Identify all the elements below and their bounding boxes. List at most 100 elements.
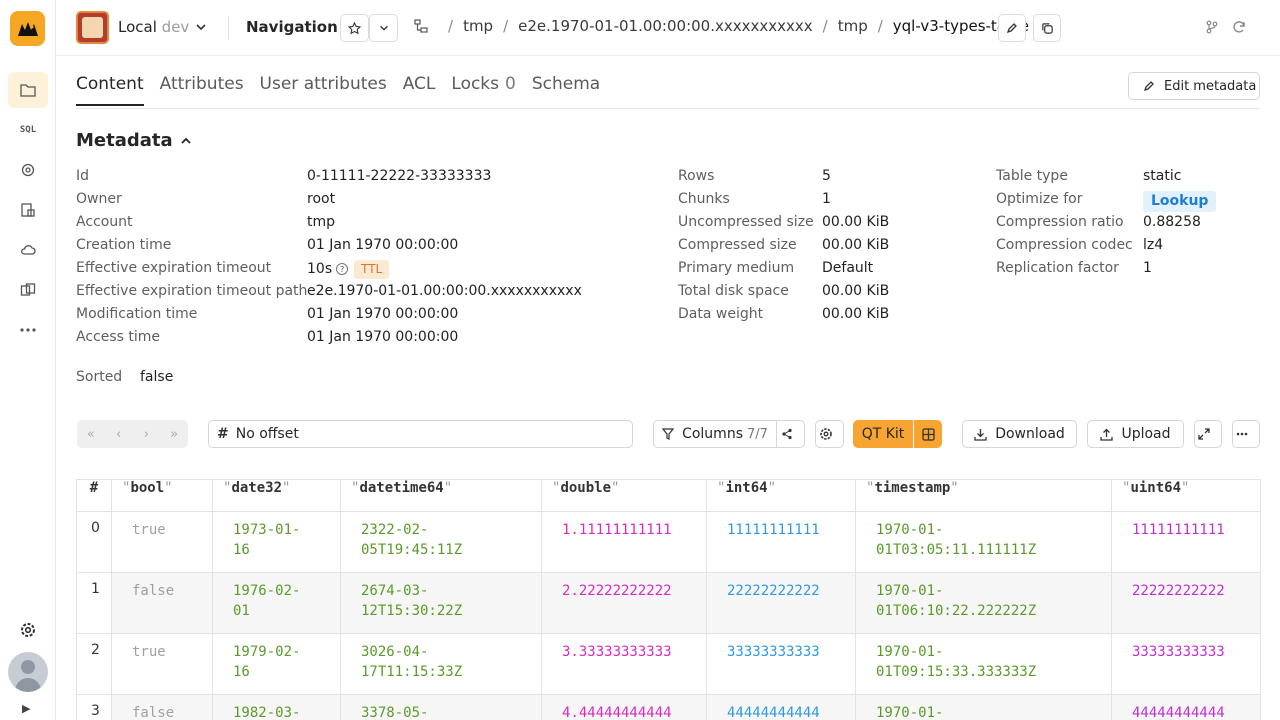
metadata-column-general: Id 0-11111-22222-33333333 Owner root Accou…: [76, 168, 582, 352]
column-header[interactable]: "date32": [212, 479, 341, 512]
column-header[interactable]: "bool": [111, 479, 213, 512]
components-icon[interactable]: [8, 272, 48, 308]
share-columns-button[interactable]: [776, 420, 805, 448]
table-cell[interactable]: 4.44444444444: [541, 694, 707, 720]
settings-gear-icon[interactable]: [8, 612, 48, 648]
qt-kit-grid-button[interactable]: [914, 420, 942, 448]
edit-path-button[interactable]: [998, 14, 1026, 42]
app-logo-icon[interactable]: [10, 11, 45, 46]
meta-key: Account: [76, 214, 133, 230]
table-row[interactable]: 0 true 1973-01- 16 2322-02- 05T19:45:11Z 1.1…: [76, 511, 1261, 573]
share-icon: [781, 428, 792, 440]
table-cell[interactable]: 3.33333333333: [541, 633, 707, 695]
chevron-down-icon: [379, 25, 388, 31]
table-cell[interactable]: 11111111111: [1111, 511, 1261, 573]
help-icon[interactable]: ?: [336, 263, 349, 275]
more-icon[interactable]: [8, 312, 48, 348]
column-header[interactable]: "timestamp": [855, 479, 1112, 512]
table-cell[interactable]: 1976-02- 01: [212, 572, 341, 634]
next-page-icon[interactable]: ›: [133, 427, 161, 442]
column-header[interactable]: "uint64": [1111, 479, 1261, 512]
table-cell[interactable]: 33333333333: [1111, 633, 1261, 695]
tab-user-attributes[interactable]: User attributes: [260, 74, 387, 106]
edit-metadata-button[interactable]: Edit metadata: [1128, 72, 1260, 100]
tree-icon[interactable]: [414, 19, 428, 33]
table-row[interactable]: 3false1982-03- 043378-05- 23T07:00:44Z4.…: [76, 694, 1261, 720]
table-settings-button[interactable]: [815, 420, 844, 448]
column-header[interactable]: "int64": [706, 479, 856, 512]
table-cell[interactable]: 44444444444: [706, 694, 856, 720]
first-page-icon[interactable]: «: [77, 427, 105, 442]
navigation-folder-icon[interactable]: [8, 72, 48, 108]
tab-attributes[interactable]: Attributes: [160, 74, 244, 106]
meta-key: Compression codec: [996, 237, 1133, 253]
upload-button[interactable]: Upload: [1087, 420, 1184, 448]
favorite-button[interactable]: [340, 14, 369, 42]
tab-acl[interactable]: ACL: [403, 74, 436, 106]
fullscreen-button[interactable]: [1194, 420, 1222, 448]
meta-key: Uncompressed size: [678, 214, 814, 230]
table-row[interactable]: 2 true 1979-02- 16 3026-04- 17T11:15:33Z 3.3…: [76, 633, 1261, 695]
column-header-index: #: [76, 479, 112, 512]
chevron-down-icon[interactable]: [194, 20, 208, 34]
meta-key: Total disk space: [678, 283, 789, 299]
breadcrumb-item[interactable]: e2e.1970-01-01.00:00:00.xxxxxxxxxxx: [518, 17, 813, 35]
tab-locks[interactable]: Locks 0: [451, 74, 515, 106]
meta-value: 00.00 KiB: [822, 237, 890, 253]
table-cell[interactable]: 1970-01- 01T06:10:22.222222Z: [855, 572, 1112, 634]
prev-page-icon[interactable]: ‹: [105, 427, 133, 442]
columns-button[interactable]: Columns 7/7: [653, 420, 777, 448]
metadata-section-toggle[interactable]: Metadata: [76, 130, 193, 151]
table-cell[interactable]: 3378-05- 23T07:00:44Z: [340, 694, 542, 720]
table-row[interactable]: 1 false 1976-02- 01 2674-03- 12T15:30:22Z 2.…: [76, 572, 1261, 634]
tabs-divider: [76, 108, 1260, 109]
refresh-icon[interactable]: [1231, 19, 1247, 35]
table-header-row: # "bool" "date32" "datetime64" "double" …: [76, 479, 1261, 512]
table-cell[interactable]: 1973-01- 16: [212, 511, 341, 573]
table-cell[interactable]: 3026-04- 17T11:15:33Z: [340, 633, 542, 695]
download-button[interactable]: Download: [962, 420, 1077, 448]
tab-schema[interactable]: Schema: [532, 74, 600, 106]
table-cell[interactable]: 1982-03- 04: [212, 694, 341, 720]
user-avatar[interactable]: [8, 652, 48, 692]
sql-icon[interactable]: SQL: [8, 112, 48, 148]
breadcrumb-item[interactable]: tmp: [463, 17, 493, 35]
table-cell[interactable]: 22222222222: [1111, 572, 1261, 634]
table-cell[interactable]: 22222222222: [706, 572, 856, 634]
table-cell[interactable]: 44444444444: [1111, 694, 1261, 720]
table-cell[interactable]: false: [111, 694, 213, 720]
table-cell[interactable]: false: [111, 572, 213, 634]
last-page-icon[interactable]: »: [160, 427, 188, 442]
table-cell[interactable]: 33333333333: [706, 633, 856, 695]
tab-content[interactable]: Content: [76, 74, 144, 106]
column-header[interactable]: "double": [541, 479, 707, 512]
table-cell[interactable]: 1970-01- 01T12:20:44.444444Z: [855, 694, 1112, 720]
table-cell[interactable]: 1970-01- 01T09:15:33.333333Z: [855, 633, 1112, 695]
table-cell[interactable]: 2.22222222222: [541, 572, 707, 634]
offset-input[interactable]: # No offset: [208, 420, 633, 448]
table-cell[interactable]: 11111111111: [706, 511, 856, 573]
table-cell[interactable]: 1979-02- 16: [212, 633, 341, 695]
table-cell[interactable]: 1.11111111111: [541, 511, 707, 573]
qt-kit-button[interactable]: QT Kit: [853, 420, 913, 448]
cloud-icon[interactable]: [8, 232, 48, 268]
column-header[interactable]: "datetime64": [340, 479, 542, 512]
operations-icon[interactable]: [8, 152, 48, 188]
meta-key: Table type: [996, 168, 1068, 184]
cluster-selector[interactable]: Local dev: [118, 18, 189, 36]
table-cell[interactable]: 2322-02- 05T19:45:11Z: [340, 511, 542, 573]
breadcrumb-item[interactable]: tmp: [838, 17, 868, 35]
table-cell[interactable]: 2674-03- 12T15:30:22Z: [340, 572, 542, 634]
more-actions-button[interactable]: [1232, 420, 1260, 448]
accounts-icon[interactable]: [8, 192, 48, 228]
branch-icon[interactable]: [1204, 19, 1220, 35]
favorites-dropdown-button[interactable]: [369, 14, 398, 42]
table-cell[interactable]: true: [111, 511, 213, 573]
copy-path-button[interactable]: [1033, 14, 1061, 42]
table-cell[interactable]: true: [111, 633, 213, 695]
expand-sidebar-icon[interactable]: ▶: [22, 702, 30, 715]
meta-value[interactable]: e2e.1970-01-01.00:00:00.xxxxxxxxxxx: [307, 283, 582, 306]
table-cell[interactable]: 1970-01- 01T03:05:11.111111Z: [855, 511, 1112, 573]
meta-key: Owner: [76, 191, 122, 207]
cluster-avatar[interactable]: [76, 11, 109, 44]
